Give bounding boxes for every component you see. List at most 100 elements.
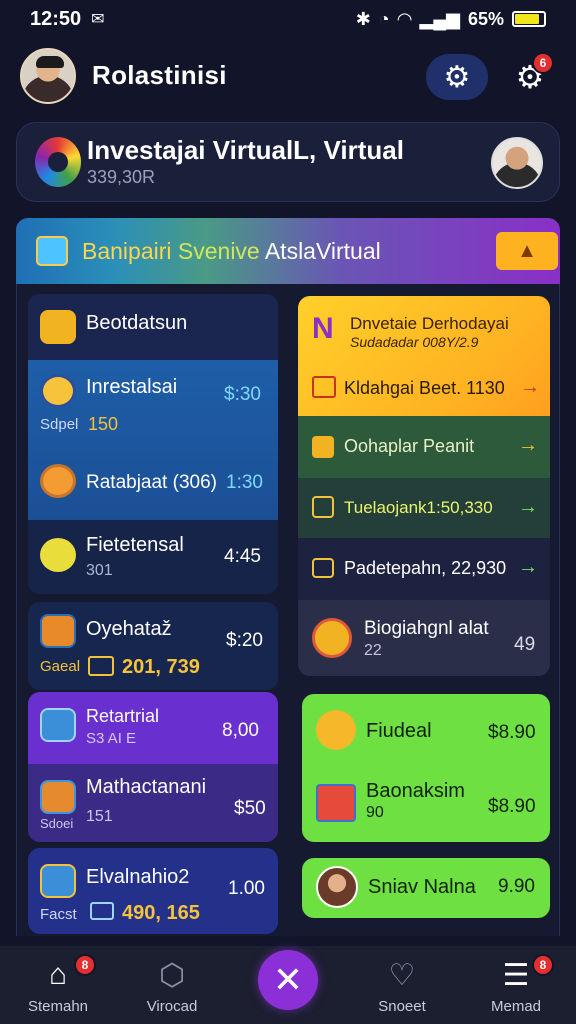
right-card-green: Fiudeal $8.90 Baonaksim 90 $8.90 [302,694,550,842]
item-value: $8.90 [488,796,536,817]
investment-card[interactable]: Investajai VirtualL, Virtual 339,30R [16,122,560,202]
list-item[interactable]: Padetepahn, 22,930 → [298,538,550,600]
arrow-right-icon[interactable]: → [518,434,538,457]
app-header: Rolastinisi ⚙ ⚙ 6 [0,40,576,114]
stats-icon: N [312,312,334,345]
pie-icon [312,618,352,658]
item-label: Ratabjaat (306) [86,472,217,493]
item-label: Fiudeal [366,720,432,742]
box-icon [40,780,76,814]
item-value: $:20 [226,630,263,651]
item-label: Oyehataž [86,618,172,640]
banner-text-part3: AtslaVirtual [264,238,381,264]
profile-avatar[interactable] [491,137,543,189]
item-label: Padetepahn, 22,930 [344,558,507,578]
cash-icon [88,656,114,676]
banner-text: Banipairi Svenive AtslaVirtual [82,238,381,265]
document-icon [40,614,76,648]
item-value: 4:45 [224,546,261,567]
right-card-contact[interactable]: Sniav Nalna 9.90 [302,858,550,918]
signal-icon: ▂▄▆ [419,8,460,29]
check-icon [312,496,334,518]
chart-icon [40,708,76,742]
left-card-header[interactable]: Beotdatsun [28,294,278,360]
nav-item-menu[interactable]: ☰ Memad 8 [466,946,566,1024]
item-value: $8.90 [488,722,536,743]
notification-icon: ✉ [91,11,105,28]
banner-text-part2: Svenive [177,238,260,264]
item-label: Retartrial [86,706,160,726]
right-card-info[interactable]: Biogiahgnl alat 22 49 [298,600,550,676]
item-sub: 90 [366,804,384,821]
nav-label: Virocad [146,998,198,1015]
nav-item-virocad[interactable]: ⬡ Virocad [122,946,222,1024]
item-label: Baonaksim [366,780,465,802]
battery-icon [512,11,546,27]
settings-button[interactable]: ⚙ 6 [510,52,554,100]
page-title: Rolastinisi [92,60,227,90]
tag-icon [312,558,334,578]
item-sub: 301 [86,562,113,579]
chart-icon [90,902,114,920]
list-item[interactable]: Fietetensal 301 4:45 [28,520,278,594]
item-label: Oohaplar Peanit [344,436,475,456]
list-item[interactable]: Ratabjaat (306) 1:30 [28,440,278,520]
battery-percent: 65% [467,8,504,29]
item-value: 1.00 [228,878,265,899]
close-fab-button[interactable]: ✕ [258,950,318,1010]
item-value: 49 [514,634,536,655]
item-label: Mathactanani [86,776,207,798]
item-value: 8,00 [222,720,259,741]
right-card-featured[interactable]: N Dnvetaie Derhodayai Sudadadar 008Y/2.9… [298,296,550,416]
nav-badge: 8 [532,954,554,976]
item-highlight: 201, 739 [122,656,200,678]
item-sub: Sdoei [40,816,74,831]
list-item[interactable]: Inrestalsai $:30 Sdpel 150 [28,360,278,440]
nav-label: Memad [490,998,542,1015]
coin-icon [40,374,76,408]
left-header-label: Beotdatsun [86,312,188,334]
nav-item-home[interactable]: ⌂ Stemahn 8 [8,946,108,1024]
arrow-right-icon[interactable]: → [520,376,540,399]
item-value: 9.90 [498,876,535,897]
list-item[interactable]: Tuelaojank1:50,330 → [298,478,550,538]
list-item[interactable]: Fiudeal $8.90 [302,694,550,768]
logo-icon [35,137,81,187]
left-card-summary[interactable]: Oyehataž $:20 Gaeal 201, 739 [28,602,278,690]
item-sub: Sdpel [40,416,79,433]
promo-banner[interactable]: Banipairi Svenive AtslaVirtual ▲ [16,218,560,284]
list-item[interactable]: Baonaksim 90 $8.90 [302,768,550,842]
item-value: $:30 [224,384,261,405]
house-icon [312,376,336,398]
target-icon [40,464,76,498]
user-avatar[interactable] [20,48,76,104]
arrow-right-icon[interactable]: → [518,556,538,579]
mascot-icon [316,710,356,750]
list-item[interactable]: Retartrial S3 AI E 8,00 [28,692,278,764]
nav-badge: 8 [74,954,96,976]
gear-icon: ⚙ [443,60,471,94]
list-item[interactable]: Mathactanani Sdoei 151 $50 [28,764,278,842]
close-icon: ✕ [272,959,304,1000]
item-sub: Gaeal [40,658,81,675]
featured-title: Dnvetaie Derhodayai [350,314,509,333]
featured-row-label: Kldahgai Beet. 1130 [344,378,505,398]
left-card-bottom[interactable]: Elvalnahio2 1.00 Facst 490, 165 [28,848,278,934]
nav-label: Stemahn [27,998,89,1015]
settings-pill-button[interactable]: ⚙ [426,54,488,100]
status-bar: 12:50 ✉ ✱ ◔ ◠ ▂▄▆ 65% [0,0,576,38]
item-sub: 22 [364,642,382,659]
item-label: Inrestalsai [86,376,178,398]
left-group-blue: Inrestalsai $:30 Sdpel 150 Ratabjaat (30… [28,360,278,520]
item-label: Tuelaojank1:50,330 [344,498,493,517]
featured-subtitle: Sudadadar 008Y/2.9 [350,334,479,350]
investment-subtitle: 339,30R [87,167,156,187]
house-icon[interactable]: ▲ [496,232,558,270]
item-value: 1:30 [226,472,263,493]
investment-title: Investajai VirtualL, Virtual [87,135,404,165]
arrow-right-icon[interactable]: → [518,496,538,519]
list-item[interactable]: Oohaplar Peanit → [298,416,550,478]
nav-item-snoeet[interactable]: ♡ Snoeet [352,946,452,1024]
notification-badge: 6 [532,52,554,74]
contact-avatar [316,866,358,908]
